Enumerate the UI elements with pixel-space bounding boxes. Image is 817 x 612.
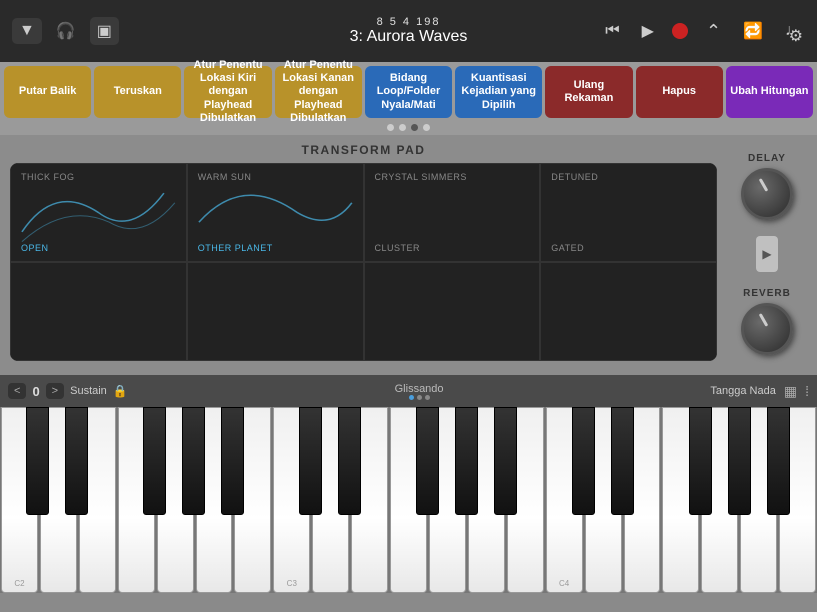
piano-toolbar-center: Glissando xyxy=(395,383,444,400)
header-right: ⏮ ▶ ⌃ 🔁 ♩ ⚙ xyxy=(601,17,805,46)
piano-toolbar: < 0 > Sustain 🔒 Glissando Tangga Nada ▦ … xyxy=(0,375,817,407)
header-left: ▼ 🎧 ▣ xyxy=(12,17,119,45)
c4-label: C4 xyxy=(559,579,569,588)
pad-cell-thick-fog[interactable]: THICK FOG OPEN xyxy=(10,163,187,262)
bidang-loop-button[interactable]: Bidang Loop/Folder Nyala/Mati xyxy=(365,66,452,118)
gated-label: GATED xyxy=(551,243,584,253)
dot-4 xyxy=(423,124,430,131)
transform-pad-title: TRANSFORM PAD xyxy=(10,143,717,157)
toolbar-dots xyxy=(0,122,817,135)
black-key-cs4[interactable] xyxy=(572,407,595,515)
black-key-ds3[interactable] xyxy=(338,407,361,515)
black-key-cs3[interactable] xyxy=(299,407,322,515)
window-icon[interactable]: ▣ xyxy=(90,17,119,45)
teruskan-button[interactable]: Teruskan xyxy=(94,66,181,118)
delay-knob-group: DELAY xyxy=(741,153,793,220)
pad-cell-row2-col2[interactable] xyxy=(187,262,364,361)
delay-label: DELAY xyxy=(748,153,786,164)
glissando-dots xyxy=(409,395,430,400)
black-key-fs2[interactable] xyxy=(143,407,166,515)
kuantisasi-button[interactable]: Kuantisasi Kejadian yang Dipilih xyxy=(455,66,542,118)
counter-display: 8 5 4 198 xyxy=(377,16,441,28)
transform-pad[interactable]: THICK FOG OPEN WARM SUN OTHER PLANET CRY… xyxy=(10,163,717,361)
settings-icon[interactable]: ⚙ xyxy=(785,22,807,50)
cluster-label: CLUSTER xyxy=(375,243,421,253)
dot-2 xyxy=(399,124,406,131)
header-center: 8 5 4 198 3: Aurora Waves xyxy=(350,16,468,46)
toolbar: Putar Balik Teruskan Atur Penentu Lokasi… xyxy=(0,62,817,122)
pad-cell-warm-sun[interactable]: WARM SUN OTHER PLANET xyxy=(187,163,364,262)
header: ▼ 🎧 ▣ 8 5 4 198 3: Aurora Waves ⏮ ▶ ⌃ 🔁 … xyxy=(0,0,817,62)
up-caret-button[interactable]: ⌃ xyxy=(702,17,725,46)
c3-label: C3 xyxy=(287,579,297,588)
open-label: OPEN xyxy=(21,243,49,253)
main-area: TRANSFORM PAD THICK FOG OPEN WARM SUN OT… xyxy=(0,135,817,375)
lock-icon: 🔒 xyxy=(113,384,128,398)
play-button[interactable]: ▶ xyxy=(638,17,658,45)
other-planet-label: OTHER PLANET xyxy=(198,243,273,253)
thick-fog-label: THICK FOG xyxy=(21,172,75,182)
knobs-panel: DELAY ▶ REVERB xyxy=(727,143,807,367)
glissando-dot-3 xyxy=(425,395,430,400)
octave-number: 0 xyxy=(32,384,39,399)
octave-left-button[interactable]: < xyxy=(8,383,26,399)
grid-icon[interactable]: ▦ xyxy=(784,383,797,400)
reverb-label: REVERB xyxy=(743,288,791,299)
black-key-ds4[interactable] xyxy=(611,407,634,515)
reverb-knob[interactable] xyxy=(741,303,793,355)
pad-cell-crystal-simmers[interactable]: CRYSTAL SIMMERS CLUSTER xyxy=(364,163,541,262)
black-key-fs3[interactable] xyxy=(416,407,439,515)
piano-toolbar-left: < 0 > Sustain 🔒 xyxy=(8,383,128,399)
sustain-label: Sustain xyxy=(70,385,107,397)
pad-cell-row2-col3[interactable] xyxy=(364,262,541,361)
black-key-gs2[interactable] xyxy=(182,407,205,515)
pad-cell-detuned[interactable]: DETUNED GATED xyxy=(540,163,717,262)
dot-3 xyxy=(411,124,418,131)
reverb-knob-group: REVERB xyxy=(741,288,793,355)
headphones-icon[interactable]: 🎧 xyxy=(52,17,80,45)
glissando-dot-1 xyxy=(409,395,414,400)
black-key-fs4[interactable] xyxy=(689,407,712,515)
atur-kiri-button[interactable]: Atur Penentu Lokasi Kiri dengan Playhead… xyxy=(184,66,271,118)
putar-balik-button[interactable]: Putar Balik xyxy=(4,66,91,118)
atur-kanan-button[interactable]: Atur Penentu Lokasi Kanan dengan Playhea… xyxy=(275,66,362,118)
piano-section: < 0 > Sustain 🔒 Glissando Tangga Nada ▦ … xyxy=(0,375,817,593)
hapus-button[interactable]: Hapus xyxy=(636,66,723,118)
dropdown-button[interactable]: ▼ xyxy=(12,18,42,44)
octave-right-button[interactable]: > xyxy=(46,383,64,399)
next-panel-button[interactable]: ▶ xyxy=(756,236,778,272)
warm-sun-label: WARM SUN xyxy=(198,172,252,182)
glissando-dot-2 xyxy=(417,395,422,400)
ubah-hitungan-button[interactable]: Ubah Hitungan xyxy=(726,66,813,118)
pad-cell-row2-col4[interactable] xyxy=(540,262,717,361)
black-key-cs2[interactable] xyxy=(26,407,49,515)
black-key-as4[interactable] xyxy=(767,407,790,515)
delay-knob[interactable] xyxy=(741,168,793,220)
crystal-simmers-label: CRYSTAL SIMMERS xyxy=(375,172,467,182)
track-title: 3: Aurora Waves xyxy=(350,28,468,46)
dots-grid-icon[interactable]: ⁞ xyxy=(805,383,809,399)
black-key-as2[interactable] xyxy=(221,407,244,515)
ulang-rekaman-button[interactable]: Ulang Rekaman xyxy=(545,66,632,118)
record-button[interactable] xyxy=(672,23,688,39)
c2-label: C2 xyxy=(14,579,24,588)
transform-section: TRANSFORM PAD THICK FOG OPEN WARM SUN OT… xyxy=(10,143,717,367)
glissando-label: Glissando xyxy=(395,383,444,395)
pad-cell-row2-col1[interactable] xyxy=(10,262,187,361)
detuned-label: DETUNED xyxy=(551,172,598,182)
black-key-gs3[interactable] xyxy=(455,407,478,515)
loop-icon[interactable]: 🔁 xyxy=(739,17,767,45)
dot-1 xyxy=(387,124,394,131)
black-key-as3[interactable] xyxy=(494,407,517,515)
piano-toolbar-right: Tangga Nada ▦ ⁞ xyxy=(710,383,809,400)
rewind-button[interactable]: ⏮ xyxy=(601,18,623,44)
piano-keys[interactable]: C2 C3 C4 xyxy=(0,407,817,593)
tangga-nada-label: Tangga Nada xyxy=(710,385,775,397)
black-key-ds2[interactable] xyxy=(65,407,88,515)
black-key-gs4[interactable] xyxy=(728,407,751,515)
